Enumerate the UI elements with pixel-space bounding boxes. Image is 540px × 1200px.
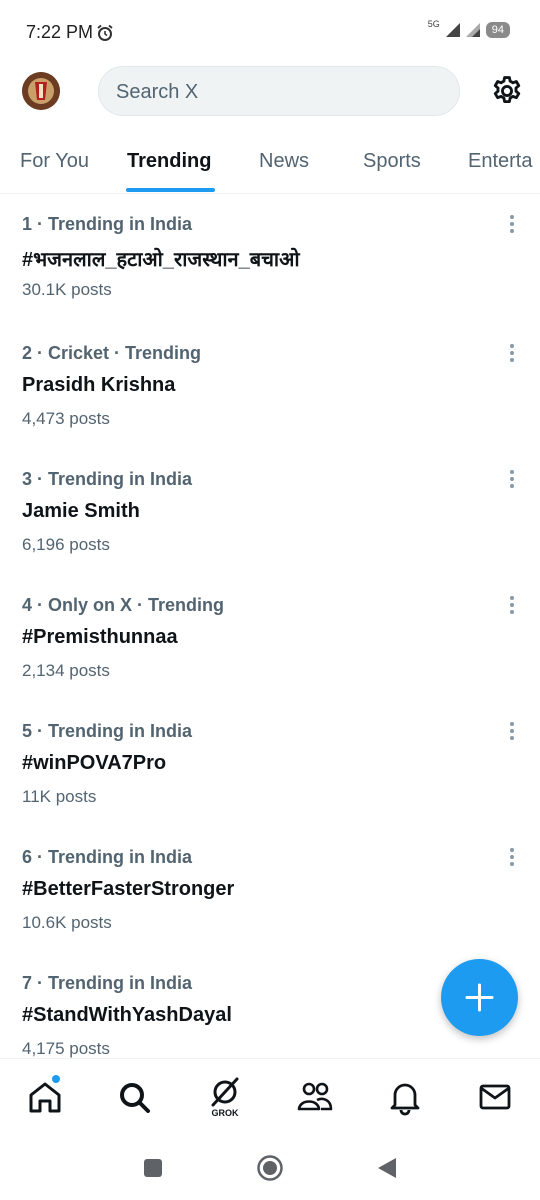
more-options-icon[interactable] [502,845,522,869]
recents-icon[interactable] [142,1157,164,1179]
back-icon[interactable] [376,1156,398,1180]
avatar[interactable] [22,72,60,110]
trend-posts: 30.1K posts [22,280,112,299]
grok-label: GROK [211,1108,239,1118]
more-options-icon[interactable] [502,467,522,491]
trend-meta: 3 · Trending in India [22,469,193,489]
compose-post-button[interactable] [441,959,518,1036]
trend-item[interactable]: 3 · Trending in India Jamie Smith 6,196 … [0,469,540,595]
signal-icon [445,23,460,37]
trend-item[interactable]: 4 · Only on X · Trending #Premisthunnaa … [0,595,540,721]
avatar-image [22,72,60,110]
trend-meta: 7 · Trending in India [22,973,193,993]
trend-item[interactable]: 2 · Cricket · Trending Prasidh Krishna 4… [0,343,540,469]
trend-name: #Premisthunnaa [22,626,178,648]
gear-icon[interactable] [490,74,524,108]
trend-meta: 1 · Trending in India [22,214,193,234]
notifications-icon[interactable] [385,1077,425,1117]
trend-meta: 6 · Trending in India [22,847,193,867]
trend-posts: 4,175 posts [22,1039,110,1058]
plus-icon [465,983,494,1012]
signal-icon-2 [465,23,480,37]
status-bar: 7:22 PM 5G 94 [0,0,540,62]
tab-for-you[interactable]: For You [20,150,89,173]
status-time: 7:22 PM [26,22,94,42]
trend-name: Prasidh Krishna [22,374,176,396]
tab-entertainment[interactable]: Enterta [468,150,532,173]
search-icon[interactable] [114,1077,154,1117]
trend-item[interactable]: 5 · Trending in India #winPOVA7Pro 11K p… [0,721,540,847]
system-navigation-bar [0,1138,540,1200]
explore-tabs: For You Trending News Sports Enterta [0,132,540,194]
search-placeholder: Search X [116,81,199,103]
bottom-navigation: GROK [0,1058,540,1138]
home-button-icon[interactable] [256,1154,284,1182]
tab-trending[interactable]: Trending [127,150,211,173]
trend-meta: 2 · Cricket · Trending [22,343,202,363]
more-options-icon[interactable] [502,719,522,743]
trend-posts: 2,134 posts [22,661,110,680]
tab-news[interactable]: News [259,150,309,173]
trend-posts: 10.6K posts [22,913,112,932]
home-notification-dot [52,1075,60,1083]
trend-posts: 4,473 posts [22,409,110,428]
trend-meta: 5 · Trending in India [22,721,193,741]
trend-name: #BetterFasterStronger [22,878,235,900]
more-options-icon[interactable] [502,212,522,236]
communities-icon[interactable] [295,1077,335,1117]
network-label: 5G [427,19,440,29]
trend-name: #StandWithYashDayal [22,1004,232,1026]
grok-icon [211,1077,239,1107]
trend-item[interactable]: 6 · Trending in India #BetterFasterStron… [0,847,540,973]
trend-item[interactable]: 1 · Trending in India #भजनलाल_हटाओ_राजस्… [0,214,540,340]
messages-icon[interactable] [475,1077,515,1117]
trend-name: #winPOVA7Pro [22,752,167,774]
trend-posts: 6,196 posts [22,535,110,554]
trend-meta: 4 · Only on X · Trending [22,595,225,615]
tab-sports[interactable]: Sports [363,150,421,173]
trend-posts: 11K posts [22,787,97,806]
top-header: Search X [0,62,540,122]
search-input[interactable]: Search X [98,66,460,116]
trend-name: #भजनलाल_हटाओ_राजस्थान_बचाओ [22,249,300,271]
active-tab-indicator [126,188,215,192]
trend-name: Jamie Smith [22,500,140,522]
more-options-icon[interactable] [502,593,522,617]
battery-indicator: 94 [485,22,510,38]
grok-tab[interactable]: GROK [205,1077,245,1118]
alarm-icon [97,24,113,41]
home-icon[interactable] [25,1077,65,1117]
status-indicators: 5G 94 [427,19,510,38]
more-options-icon[interactable] [502,341,522,365]
